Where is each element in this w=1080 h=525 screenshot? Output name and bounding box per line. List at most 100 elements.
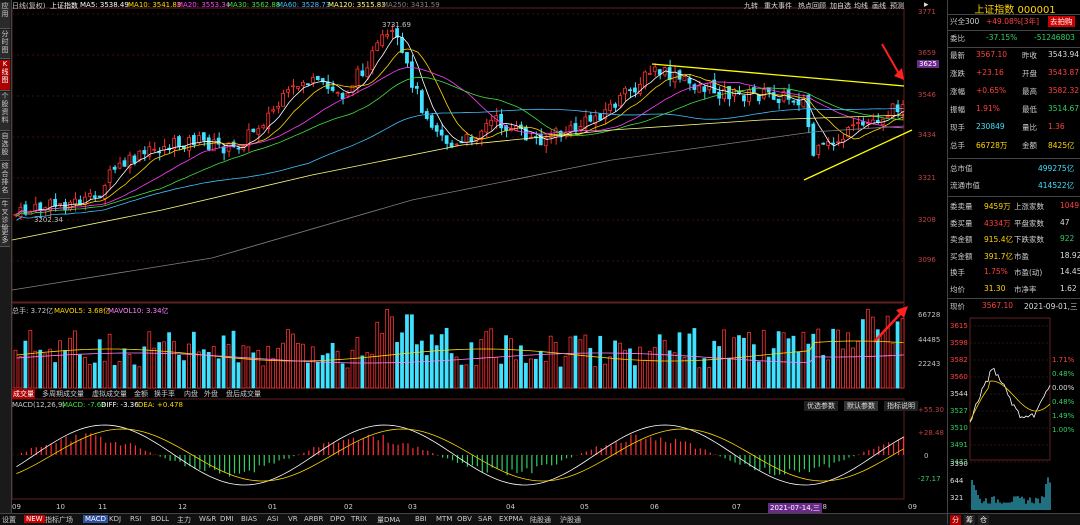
buy-fund-button[interactable]: 去拍购 bbox=[1048, 16, 1075, 27]
toolbar-review-button[interactable]: 热点回顾 bbox=[798, 1, 826, 11]
toolbar-predict-button[interactable]: 预测 bbox=[890, 1, 904, 11]
vtab-inner[interactable]: 内盘 bbox=[184, 389, 198, 399]
indicator-tab[interactable]: BIAS bbox=[241, 515, 257, 523]
quote-value: 1.91% bbox=[976, 104, 1000, 113]
volume-bar bbox=[826, 359, 831, 389]
vtab-afterhours[interactable]: 盘后成交量 bbox=[226, 389, 261, 399]
volume-bar bbox=[732, 337, 736, 389]
indicator-tab[interactable]: KDJ bbox=[109, 515, 121, 523]
quote-value: 3543.94 bbox=[1048, 50, 1080, 59]
candle-body bbox=[251, 128, 256, 133]
diff-value-label: DIFF: -3.36 bbox=[101, 401, 139, 409]
volume-bar bbox=[766, 356, 771, 389]
indicator-tab[interactable]: DMI bbox=[220, 515, 234, 523]
volume-bar bbox=[335, 350, 340, 389]
indicator-tab[interactable]: NEW bbox=[24, 515, 45, 523]
candle-body bbox=[410, 61, 414, 88]
quote-label: 最高 bbox=[1022, 87, 1037, 96]
volume-bar bbox=[613, 340, 617, 389]
candle-body bbox=[291, 85, 295, 88]
quote-label: 金额 bbox=[1022, 141, 1037, 150]
vtab-amount[interactable]: 金额 bbox=[134, 389, 148, 399]
rail-tab-kline[interactable]: K线图 bbox=[0, 60, 10, 91]
volume-bar bbox=[494, 357, 499, 389]
indicator-tab[interactable]: VR bbox=[288, 515, 298, 523]
kline-chart[interactable] bbox=[12, 0, 945, 512]
candle-body bbox=[216, 137, 221, 145]
indicator-tab[interactable]: BBI bbox=[415, 515, 427, 523]
rail-tab-watchlist[interactable]: 自选股 bbox=[0, 132, 10, 161]
indicator-tab[interactable]: MACD bbox=[83, 515, 108, 523]
indicator-tab[interactable]: ARBR bbox=[304, 515, 323, 523]
market-label: 总市值 bbox=[950, 164, 973, 173]
indicator-tab[interactable]: ASI bbox=[267, 515, 278, 523]
toolbar-draw-button[interactable]: 画线 bbox=[872, 1, 886, 11]
macd-pane-frame bbox=[12, 398, 905, 500]
toolbar-jiuzhuan-button[interactable]: 九转 bbox=[744, 1, 758, 11]
rail-tab-diagnose[interactable]: 牛叉诊股 bbox=[0, 200, 10, 232]
macd-help-button[interactable]: 指标说明 bbox=[884, 401, 918, 411]
rail-tab-more[interactable]: 更多 bbox=[0, 228, 10, 247]
candle-body bbox=[613, 103, 617, 108]
volume-bar bbox=[459, 364, 464, 389]
volume-bar bbox=[548, 335, 553, 389]
volume-bar bbox=[38, 349, 43, 389]
vtab-turnover[interactable]: 换手率 bbox=[154, 389, 175, 399]
volume-bar bbox=[717, 346, 722, 389]
macd-optimal-params-button[interactable]: 优选参数 bbox=[804, 401, 838, 411]
volume-bar bbox=[509, 338, 513, 389]
volume-bar bbox=[880, 333, 885, 389]
volume-bar bbox=[781, 332, 786, 389]
order-label: 上涨家数 bbox=[1014, 202, 1044, 211]
vtab-multi-period[interactable]: 多周期成交量 bbox=[42, 389, 84, 399]
indicator-tab[interactable]: OBV bbox=[457, 515, 472, 523]
candle-body bbox=[811, 123, 816, 156]
volume-bar bbox=[598, 335, 603, 389]
rail-tab-app[interactable]: 应用 bbox=[0, 2, 10, 29]
candle-body bbox=[885, 115, 890, 118]
candle-body bbox=[296, 86, 300, 89]
vtab-virtual[interactable]: 虚拟成交量 bbox=[92, 389, 127, 399]
macd-default-params-button[interactable]: 默认参数 bbox=[844, 401, 878, 411]
volume-bar bbox=[276, 347, 280, 389]
vtab-volume[interactable]: 成交量 bbox=[12, 389, 35, 399]
toolbar-add-watch-button[interactable]: 加自选 bbox=[830, 1, 851, 11]
toolbar-ma-button[interactable]: 均线 bbox=[854, 1, 868, 11]
indicator-tab[interactable]: MTM bbox=[436, 515, 452, 523]
volume-bar bbox=[756, 361, 761, 389]
volume-bar bbox=[414, 344, 419, 389]
indicator-tab[interactable]: SAR bbox=[478, 515, 492, 523]
kline-chart-area[interactable]: 日线(复权) 上证指数 MA5: 3538.49 MA10: 3541.83 M… bbox=[12, 0, 945, 513]
volume-bar bbox=[231, 330, 236, 389]
indicator-tab[interactable]: BOLL bbox=[151, 515, 169, 523]
period-label[interactable]: 日线(复权) bbox=[12, 1, 45, 11]
indicator-tab[interactable]: W&R bbox=[199, 515, 216, 523]
indicator-tab[interactable]: RSI bbox=[130, 515, 141, 523]
volume-bar bbox=[900, 318, 905, 389]
volume-bar bbox=[796, 351, 801, 389]
mini-pct-tick: 1.71% bbox=[1052, 356, 1075, 364]
rail-tab-ranking[interactable]: 综合排名 bbox=[0, 162, 10, 199]
volume-bar bbox=[647, 350, 652, 389]
rail-tab-timeshare[interactable]: 分时图 bbox=[0, 30, 10, 59]
candle-body bbox=[623, 87, 627, 95]
indicator-tab[interactable]: TRIX bbox=[351, 515, 367, 523]
candle-body bbox=[196, 135, 201, 144]
volume-bar bbox=[573, 335, 578, 389]
indicator-tab[interactable]: EXPMA bbox=[499, 515, 523, 523]
volume-bar bbox=[301, 343, 305, 389]
intraday-mini-chart[interactable]: 3615359835823560354435273510349134731.71… bbox=[948, 314, 1080, 514]
vtab-outer[interactable]: 外盘 bbox=[204, 389, 218, 399]
quote-label: 最低 bbox=[1022, 105, 1037, 114]
ma60-label: MA60: 3528.73 bbox=[277, 1, 331, 9]
toolbar-events-button[interactable]: 重大事件 bbox=[764, 1, 792, 11]
quote-label: 总手 bbox=[950, 141, 965, 150]
rail-tab-profile[interactable]: 个股资料 bbox=[0, 92, 10, 131]
market-value: 499275亿 bbox=[1038, 164, 1075, 173]
macd-tick: +55.30 bbox=[918, 406, 944, 414]
indicator-tab[interactable]: DPO bbox=[330, 515, 345, 523]
volume-bar bbox=[553, 342, 558, 389]
volume-bar bbox=[167, 332, 171, 389]
volume-bar bbox=[563, 355, 568, 389]
macd-value-label: MACD: -7.68 bbox=[62, 401, 106, 409]
